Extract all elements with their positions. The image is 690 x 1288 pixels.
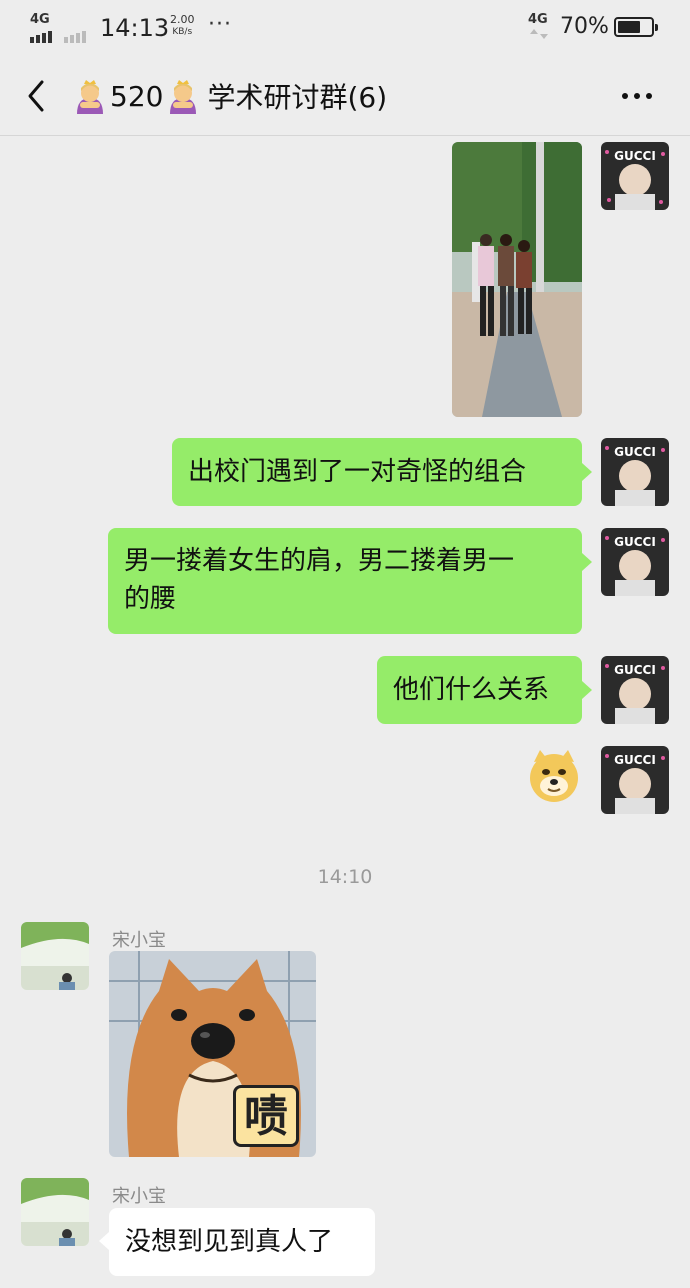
message-text: 没想到见到真人了 [125, 1227, 334, 1257]
my-avatar[interactable]: GUCCI [601, 746, 669, 814]
doge-emoji[interactable] [526, 748, 582, 804]
battery-percent: 70% [560, 14, 609, 39]
my-avatar[interactable]: GUCCI [601, 528, 669, 596]
sender-avatar[interactable] [21, 1178, 89, 1246]
network-label-right: 4G [528, 12, 548, 27]
chat-title-text: 学术研讨群(6) [207, 81, 388, 114]
sticker-caption: 啧 [233, 1085, 299, 1147]
sender-name: 宋小宝 [112, 1186, 166, 1207]
avatar-image: GUCCI [601, 746, 669, 814]
message-bubble-incoming[interactable]: 没想到见到真人了 [109, 1208, 375, 1276]
status-time: 14:13 [100, 14, 170, 42]
signal-strength-icon [30, 31, 86, 43]
avatar-image: GUCCI [601, 438, 669, 506]
network-speed: 2.00 KB/s [170, 14, 195, 38]
bubble-tail [99, 1232, 109, 1250]
bubble-tail [582, 681, 592, 699]
my-avatar[interactable]: GUCCI [601, 142, 669, 210]
message-bubble-outgoing[interactable]: 出校门遇到了一对奇怪的组合 [172, 438, 582, 506]
speed-value: 2.00 [170, 13, 195, 26]
street-photo-message[interactable] [452, 142, 582, 417]
battery-fill [618, 21, 641, 33]
message-bubble-outgoing[interactable]: 他们什么关系 [377, 656, 582, 724]
message-text-line: 的腰 [124, 584, 177, 614]
message-text: 出校门遇到了一对奇怪的组合 [188, 457, 527, 487]
person-bowing-emoji [77, 80, 103, 114]
svg-text:GUCCI: GUCCI [614, 663, 656, 677]
network-4g-indicator: 4G [30, 12, 90, 43]
message-bubble-outgoing[interactable]: 男一搂着女生的肩，男二搂着男一 的腰 [108, 528, 582, 634]
more-dots-icon[interactable] [616, 82, 658, 110]
message-text-line: 男一搂着女生的肩，男二搂着男一 [124, 546, 515, 576]
person-bowing-emoji-2 [170, 80, 197, 114]
battery-nub [655, 24, 658, 31]
battery-icon [614, 17, 658, 37]
avatar-image: GUCCI [601, 528, 669, 596]
my-avatar[interactable]: GUCCI [601, 656, 669, 724]
message-text: 他们什么关系 [393, 675, 550, 705]
message-timestamp: 14:10 [317, 866, 373, 888]
chat-header: 520 学术研讨群(6) [0, 56, 690, 136]
network-4g-indicator-right: 4G [528, 12, 552, 39]
data-arrows-icon [530, 29, 548, 39]
chat-title-number: 520 [110, 79, 164, 113]
svg-text:GUCCI: GUCCI [614, 753, 656, 767]
sender-avatar[interactable] [21, 922, 89, 990]
chevron-left-icon[interactable] [20, 76, 54, 116]
bubble-tail [582, 553, 592, 571]
avatar-image: GUCCI [601, 142, 669, 210]
status-bar: 4G 14:13 2.00 KB/s ··· 4G 70% [0, 0, 690, 56]
svg-text:GUCCI: GUCCI [614, 149, 656, 163]
street-photo [452, 142, 582, 417]
avatar-image: GUCCI [601, 656, 669, 724]
speed-unit: KB/s [172, 27, 193, 37]
avatar-image [21, 922, 89, 990]
network-label: 4G [30, 12, 50, 27]
avatar-image [21, 1178, 89, 1246]
bubble-tail [582, 463, 592, 481]
status-more-dots: ··· [208, 12, 232, 37]
my-avatar[interactable]: GUCCI [601, 438, 669, 506]
svg-text:GUCCI: GUCCI [614, 535, 656, 549]
chat-title[interactable]: 520 学术研讨群(6) [70, 76, 387, 116]
shiba-dog-sticker[interactable]: 啧 [109, 951, 316, 1157]
svg-text:GUCCI: GUCCI [614, 445, 656, 459]
sender-name: 宋小宝 [112, 930, 166, 951]
